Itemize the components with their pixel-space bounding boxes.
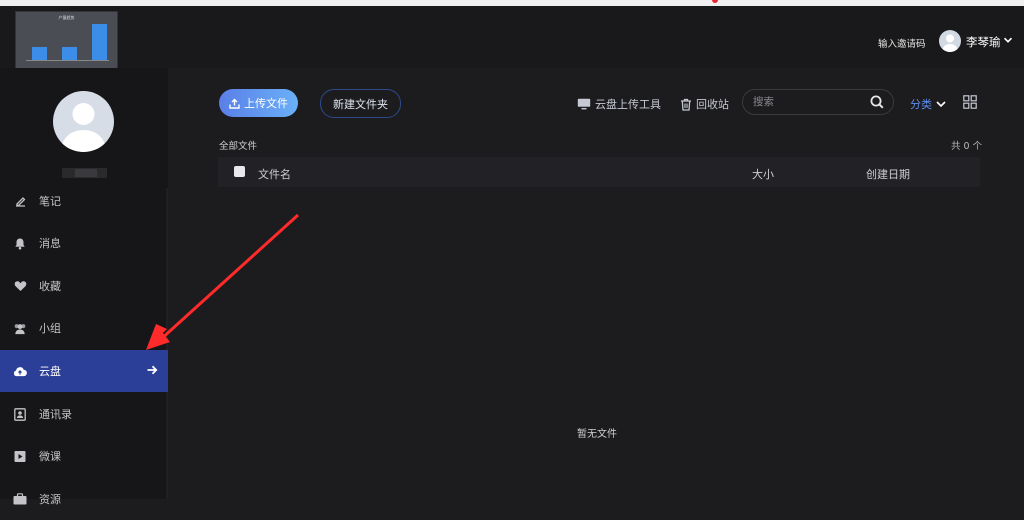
sidebar-item-micro-course[interactable]: 微课 (0, 435, 168, 477)
upload-icon (229, 98, 240, 109)
monitor-icon (577, 98, 591, 110)
sidebar-item-resources[interactable]: 资源 (0, 478, 168, 520)
thumbnail-bar (32, 47, 47, 60)
file-count: 共 0 个 (951, 141, 983, 152)
sidebar-item-label: 通讯录 (39, 408, 72, 421)
group-icon (13, 321, 27, 335)
contacts-icon (13, 407, 27, 421)
username[interactable]: 李琴瑜 (966, 34, 1001, 50)
breadcrumb[interactable]: 全部文件 (219, 138, 257, 152)
recycle-bin-link[interactable]: 回收站 (680, 96, 729, 112)
empty-state-text: 暂无文件 (577, 429, 617, 440)
uploader-tool-label: 云盘上传工具 (595, 98, 661, 111)
sidebar-item-contacts[interactable]: 通讯录 (0, 393, 168, 435)
briefcase-icon (13, 492, 27, 506)
column-header-name[interactable]: 文件名 (258, 166, 291, 182)
file-table-header: 文件名 大小 创建日期 (218, 157, 980, 187)
blurred-username-center (75, 169, 97, 177)
invite-code-link[interactable]: 输入邀请码 (878, 36, 926, 50)
thumbnail-axis (26, 60, 109, 61)
select-all-checkbox[interactable] (234, 166, 245, 177)
note-icon (13, 194, 27, 208)
column-header-created[interactable]: 创建日期 (866, 166, 910, 182)
video-icon (13, 449, 27, 463)
upload-file-button[interactable]: 上传文件 (219, 89, 298, 117)
recycle-bin-label: 回收站 (696, 98, 729, 111)
category-dropdown[interactable]: 分类 (910, 96, 946, 112)
notification-dot (712, 0, 718, 3)
annotation-arrow (146, 213, 300, 350)
uploader-tool-link[interactable]: 云盘上传工具 (577, 96, 661, 112)
sidebar-item-label: 小组 (39, 322, 61, 335)
chevron-down-icon[interactable] (1003, 35, 1013, 45)
profile-avatar[interactable] (53, 91, 114, 152)
thumbnail-title: 产量趋势 (58, 15, 75, 20)
chevron-down-icon (936, 101, 946, 108)
category-label: 分类 (910, 98, 932, 111)
avatar-icon[interactable] (939, 30, 961, 52)
top-header: 产量趋势 输入邀请码 李琴瑜 (0, 6, 1024, 71)
thumbnail-bar (92, 24, 107, 60)
sidebar-item-label: 微课 (39, 450, 61, 463)
chart-thumbnail[interactable]: 产量趋势 (15, 11, 118, 71)
search-icon[interactable] (870, 95, 884, 109)
heart-icon (13, 279, 27, 293)
bell-icon (13, 236, 27, 250)
sidebar-item-label: 云盘 (39, 365, 61, 378)
sidebar-item-label: 消息 (39, 237, 61, 250)
trash-icon (681, 98, 691, 111)
search-input[interactable] (753, 95, 863, 109)
upload-button-label: 上传文件 (244, 97, 288, 110)
thumbnail-bar (62, 47, 77, 60)
cloud-upload-icon (13, 364, 27, 378)
new-folder-button[interactable]: 新建文件夹 (320, 89, 401, 118)
arrow-right-icon (147, 365, 158, 375)
sidebar-item-label: 资源 (39, 493, 61, 506)
grid-view-icon[interactable] (963, 95, 977, 109)
sidebar-item-label: 笔记 (39, 195, 61, 208)
column-header-size[interactable]: 大小 (752, 166, 774, 182)
search-box (742, 89, 894, 115)
sidebar-item-label: 收藏 (39, 280, 61, 293)
